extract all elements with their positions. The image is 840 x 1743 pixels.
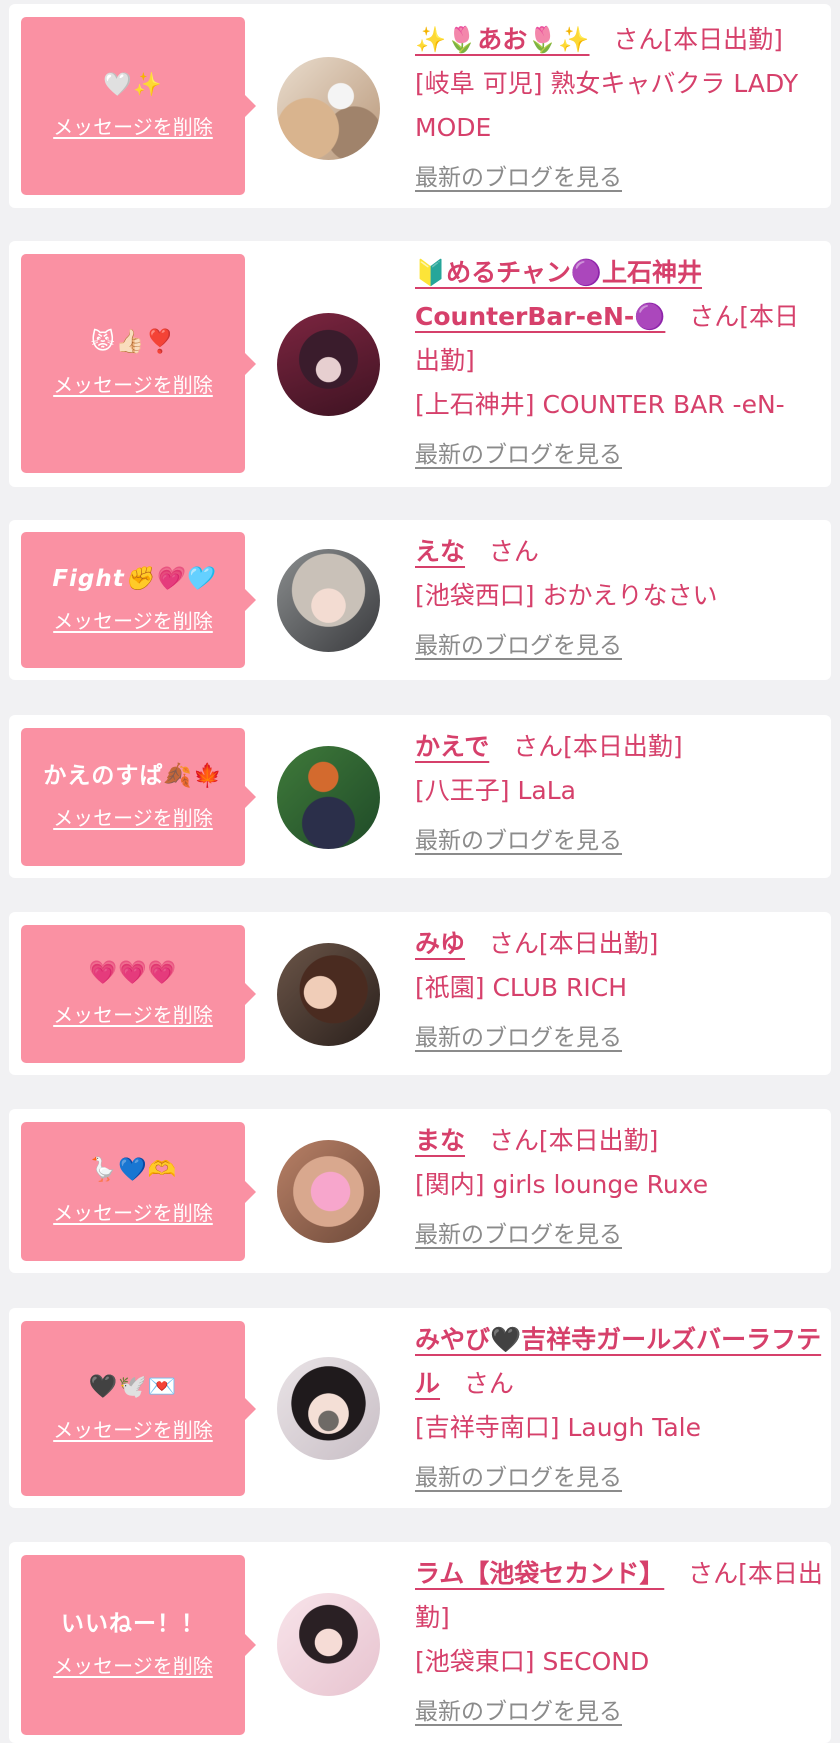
latest-blog-link[interactable]: 最新のブログを見る [415,624,622,668]
message-text: 🪿💙🫶 [88,1157,178,1184]
member-name-link[interactable]: ✨🌷あお🌷✨ [415,25,590,54]
member-info: かえで さん[本日出勤] [八王子] LaLa 最新のブログを見る [415,725,823,863]
member-info: ✨🌷あお🌷✨ さん[本日出勤] [岐阜 可児] 熟女キャバクラ LADY MOD… [415,18,823,200]
latest-blog-link[interactable]: 最新のブログを見る [415,156,622,200]
member-info: まな さん[本日出勤] [関内] girls lounge Ruxe 最新のブロ… [415,1119,823,1257]
honorific: さん [488,537,539,566]
honorific: さん [689,302,740,331]
message-text: Fight✊💗🩵 [52,565,214,592]
delete-message-link[interactable]: メッセージを削除 [53,369,213,398]
member-name-link[interactable]: みゆ [415,929,465,958]
latest-blog-link[interactable]: 最新のブログを見る [415,1690,622,1734]
message-list: 🤍✨ メッセージを削除 ✨🌷あお🌷✨ さん[本日出勤] [岐阜 可児] 熟女キャ… [0,0,840,1743]
shop-info: [祇園] CLUB RICH [415,973,627,1002]
member-name-link[interactable]: かえで [415,732,489,761]
member-info: えな さん [池袋西口] おかえりなさい 最新のブログを見る [415,530,823,668]
delete-message-link[interactable]: メッセージを削除 [53,1197,213,1226]
message-card: 🖤🕊️💌 メッセージを削除 みやび🖤吉祥寺ガールズバーラフテル さん [吉祥寺南… [9,1308,831,1508]
shop-info: [関内] girls lounge Ruxe [415,1170,709,1199]
shop-info: [岐阜 可児] 熟女キャバクラ LADY MODE [415,69,799,142]
delete-message-link[interactable]: メッセージを削除 [53,1650,213,1679]
latest-blog-link[interactable]: 最新のブログを見る [415,819,622,863]
shop-info: [吉祥寺南口] Laugh Tale [415,1413,701,1442]
delete-message-link[interactable]: メッセージを削除 [53,802,213,831]
message-bubble: かえのすぱ🍂🍁 メッセージを削除 [21,728,256,866]
shop-info: [八王子] LaLa [415,776,576,805]
honorific: さん [688,1559,739,1588]
delete-message-link[interactable]: メッセージを削除 [53,999,213,1028]
avatar[interactable] [277,1140,380,1243]
member-name-link[interactable]: 🔰めるチャン🟣上石神井CounterBar-eN-🟣 [415,258,702,331]
message-card: Fight✊💗🩵 メッセージを削除 えな さん [池袋西口] おかえりなさい 最… [9,520,831,680]
message-text: 💗💗💗 [88,959,178,986]
member-info: みゆ さん[本日出勤] [祇園] CLUB RICH 最新のブログを見る [415,922,823,1060]
message-card: 💗💗💗 メッセージを削除 みゆ さん[本日出勤] [祇園] CLUB RICH … [9,912,831,1075]
message-bubble: 🤍✨ メッセージを削除 [21,17,256,195]
member-info: ラム【池袋セカンド】 さん[本日出勤] [池袋東口] SECOND 最新のブログ… [415,1552,823,1734]
delete-message-link[interactable]: メッセージを削除 [53,1414,213,1443]
latest-blog-link[interactable]: 最新のブログを見る [415,1016,622,1060]
message-bubble: 🪿💙🫶 メッセージを削除 [21,1122,256,1261]
honorific: さん [488,929,539,958]
avatar[interactable] [277,57,380,160]
message-text: かえのすぱ🍂🍁 [43,762,223,789]
message-text: いいねー！！ [61,1610,205,1637]
honorific: さん [513,732,564,761]
message-card: 🤍✨ メッセージを削除 ✨🌷あお🌷✨ さん[本日出勤] [岐阜 可児] 熟女キャ… [9,4,831,208]
shop-info: [池袋東口] SECOND [415,1647,650,1676]
work-status: [本日出勤] [563,732,683,761]
delete-message-link[interactable]: メッセージを削除 [53,605,213,634]
shop-info: [上石神井] COUNTER BAR -eN- [415,390,785,419]
latest-blog-link[interactable]: 最新のブログを見る [415,433,622,477]
work-status: [本日出勤] [538,1126,659,1155]
message-text: 🖤🕊️💌 [88,1374,178,1401]
member-name-link[interactable]: まな [415,1126,465,1155]
message-card: 🪿💙🫶 メッセージを削除 まな さん[本日出勤] [関内] girls loun… [9,1109,831,1273]
member-info: 🔰めるチャン🟣上石神井CounterBar-eN-🟣 さん[本日出勤] [上石神… [415,251,823,477]
delete-message-link[interactable]: メッセージを削除 [53,111,213,140]
member-name-link[interactable]: ラム【池袋セカンド】 [415,1559,664,1588]
shop-info: [池袋西口] おかえりなさい [415,581,718,610]
work-status: [本日出勤] [538,929,659,958]
honorific: さん [488,1126,539,1155]
message-bubble: 🖤🕊️💌 メッセージを削除 [21,1321,256,1496]
avatar[interactable] [277,1357,380,1460]
message-bubble: 😾👍🏻❣️ メッセージを削除 [21,254,256,473]
message-text: 🤍✨ [103,71,163,98]
message-bubble: 💗💗💗 メッセージを削除 [21,925,256,1063]
message-card: 😾👍🏻❣️ メッセージを削除 🔰めるチャン🟣上石神井CounterBar-eN-… [9,241,831,487]
avatar[interactable] [277,943,380,1046]
message-bubble: いいねー！！ メッセージを削除 [21,1555,256,1735]
avatar[interactable] [277,313,380,416]
latest-blog-link[interactable]: 最新のブログを見る [415,1456,622,1500]
honorific: さん [613,25,664,54]
avatar[interactable] [277,746,380,849]
work-status: [本日出勤] [663,25,783,54]
avatar[interactable] [277,549,380,652]
message-bubble: Fight✊💗🩵 メッセージを削除 [21,532,256,668]
honorific: さん [463,1369,514,1398]
member-name-link[interactable]: えな [415,537,465,566]
message-card: いいねー！！ メッセージを削除 ラム【池袋セカンド】 さん[本日出勤] [池袋東… [9,1542,831,1743]
member-info: みやび🖤吉祥寺ガールズバーラフテル さん [吉祥寺南口] Laugh Tale … [415,1318,823,1500]
message-card: かえのすぱ🍂🍁 メッセージを削除 かえで さん[本日出勤] [八王子] LaLa… [9,715,831,878]
latest-blog-link[interactable]: 最新のブログを見る [415,1213,622,1257]
message-text: 😾👍🏻❣️ [90,329,176,356]
avatar[interactable] [277,1593,380,1696]
